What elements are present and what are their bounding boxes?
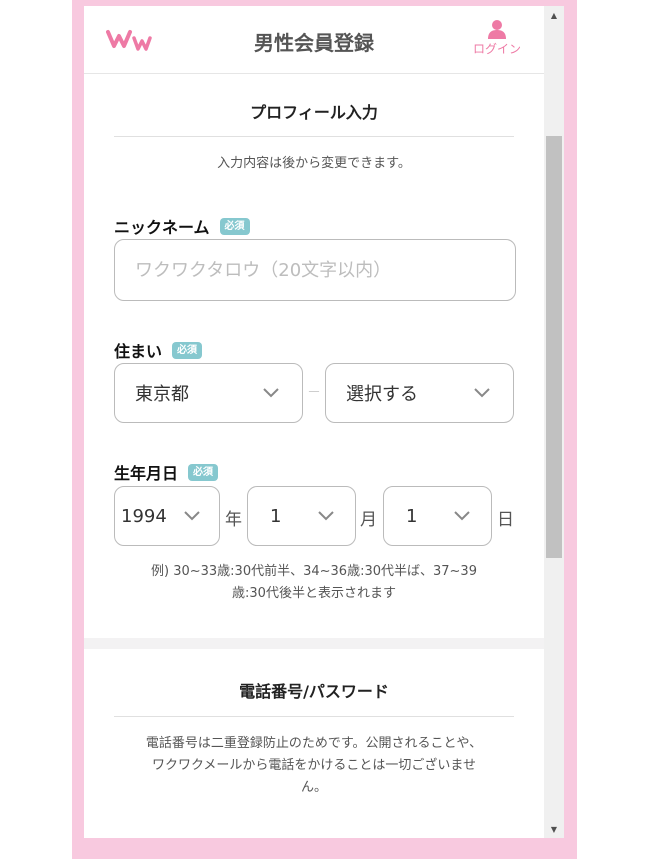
- month-unit: 月: [360, 510, 377, 530]
- profile-card: プロフィール入力 入力内容は後から変更できます。 ニックネーム 必須 住まい 必…: [84, 74, 544, 638]
- divider: [114, 136, 514, 137]
- login-button[interactable]: ログイン: [470, 19, 524, 57]
- day-select[interactable]: 1: [383, 486, 492, 546]
- month-select[interactable]: 1: [247, 486, 356, 546]
- phone-note: 電話番号は二重登録防止のためです。公開されることや、 ワクワクメールから電話をか…: [104, 733, 524, 799]
- phone-note-line1: 電話番号は二重登録防止のためです。公開されることや、: [145, 736, 483, 751]
- age-display-example: 例) 30~33歳:30代前半、34~36歳:30代半ば、37~39 歳:30代…: [104, 561, 524, 605]
- phone-note-line2: ワクワクメールから電話をかけることは一切ございませ: [151, 758, 477, 773]
- login-label: ログイン: [472, 42, 521, 56]
- nickname-input[interactable]: [114, 239, 516, 301]
- year-select[interactable]: 1994: [114, 486, 220, 546]
- year-value: 1994: [121, 505, 167, 527]
- day-value: 1: [406, 505, 418, 527]
- city-select[interactable]: 選択する: [325, 363, 514, 423]
- nickname-label-text: ニックネーム: [114, 218, 210, 237]
- divider: [114, 716, 514, 717]
- required-badge: 必須: [172, 341, 203, 359]
- year-unit: 年: [225, 510, 242, 530]
- chevron-down-icon: [318, 511, 334, 521]
- vertical-scrollbar[interactable]: ▲ ▼: [544, 6, 564, 838]
- day-unit: 日: [497, 510, 514, 530]
- residence-label-text: 住まい: [114, 342, 163, 361]
- edit-later-note: 入力内容は後から変更できます。: [217, 156, 411, 171]
- chevron-down-icon: [474, 388, 490, 398]
- birthday-label: 生年月日 必須: [114, 460, 219, 484]
- registration-page: 男性会員登録 ログイン プロフィール入力 入力内容は後から変更できます。 ニック…: [84, 6, 544, 838]
- chevron-down-icon: [263, 388, 279, 398]
- month-value: 1: [270, 505, 282, 527]
- chevron-down-icon: [454, 511, 470, 521]
- residence-separator: －: [307, 385, 321, 401]
- prefecture-select[interactable]: 東京都: [114, 363, 303, 423]
- scroll-down-arrow-icon[interactable]: ▼: [544, 820, 564, 838]
- nickname-label: ニックネーム 必須: [114, 214, 250, 238]
- scroll-up-arrow-icon[interactable]: ▲: [544, 6, 564, 24]
- city-value: 選択する: [346, 384, 418, 405]
- prefecture-value: 東京都: [135, 384, 189, 405]
- scroll-thumb[interactable]: [546, 136, 562, 558]
- required-badge: 必須: [188, 463, 219, 481]
- required-badge: 必須: [219, 217, 250, 235]
- user-icon: [488, 20, 506, 39]
- phone-section-title: 電話番号/パスワード: [239, 682, 389, 701]
- header: 男性会員登録 ログイン: [84, 6, 544, 74]
- phone-password-card: 電話番号/パスワード 電話番号は二重登録防止のためです。公開されることや、 ワク…: [84, 649, 544, 838]
- residence-label: 住まい 必須: [114, 338, 203, 362]
- profile-section-title: プロフィール入力: [250, 103, 378, 122]
- chevron-down-icon: [184, 511, 200, 521]
- birthday-label-text: 生年月日: [114, 464, 179, 483]
- phone-note-line3: ん。: [300, 780, 327, 795]
- age-example-line1: 例) 30~33歳:30代前半、34~36歳:30代半ば、37~39: [151, 564, 477, 579]
- age-example-line2: 歳:30代後半と表示されます: [232, 586, 396, 601]
